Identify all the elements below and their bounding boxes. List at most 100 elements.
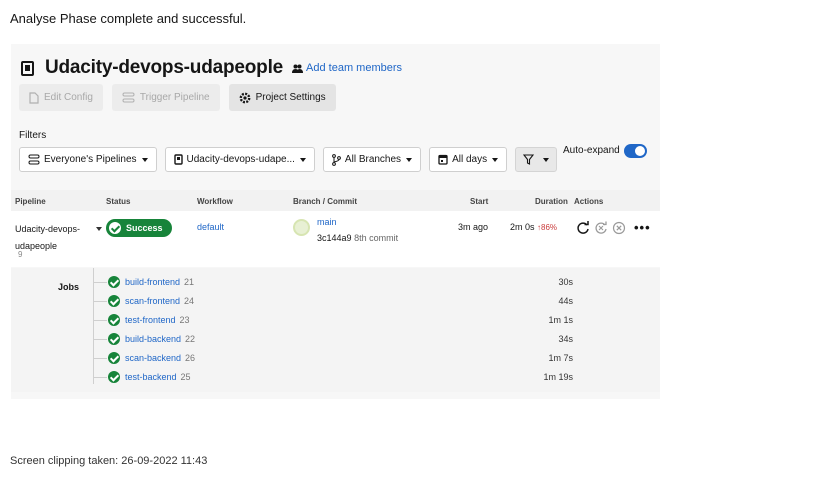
job-name: test-frontend: [125, 315, 176, 325]
tree-branch-line: [93, 358, 107, 359]
auto-expand-label: Auto-expand: [563, 145, 620, 156]
commit-info: 3c144a9 8th commit: [317, 233, 398, 243]
chevron-down-icon: [299, 157, 306, 162]
edit-config-label: Edit Config: [44, 92, 93, 103]
cancel-icon[interactable]: [612, 221, 626, 235]
workflow-link[interactable]: default: [197, 222, 224, 232]
trigger-pipeline-label: Trigger Pipeline: [139, 92, 210, 103]
circleci-panel: Udacity-devops-udapeople Add team member…: [11, 44, 660, 399]
job-duration: 30s: [558, 277, 573, 287]
job-name: build-backend: [125, 334, 182, 344]
pipeline-icon: [28, 154, 40, 165]
chevron-down-icon: [492, 157, 499, 162]
job-link[interactable]: scan-frontend 24: [125, 296, 194, 306]
rerun-failed-icon[interactable]: [594, 221, 608, 235]
col-duration: Duration: [535, 197, 568, 206]
chevron-down-icon: [406, 157, 413, 162]
trigger-pipeline-button[interactable]: Trigger Pipeline: [111, 84, 220, 111]
project-header: Udacity-devops-udapeople Add team member…: [21, 57, 402, 79]
jobs-label: Jobs: [58, 282, 80, 292]
job-link[interactable]: test-frontend 23: [125, 315, 190, 325]
tree-branch-line: [93, 339, 107, 340]
job-duration: 1m 7s: [548, 353, 573, 363]
pipelines-filter[interactable]: Everyone's Pipelines: [19, 147, 157, 172]
bookmark-icon: [173, 154, 183, 165]
rerun-icon[interactable]: [576, 220, 590, 235]
commit-count: 8th commit: [354, 233, 399, 243]
duration-value: 2m 0s: [510, 222, 535, 232]
branches-filter[interactable]: All Branches: [322, 147, 422, 172]
job-link[interactable]: scan-backend 26: [125, 353, 195, 363]
table-row: Udacity-devops- udapeople 9 Success defa…: [11, 211, 660, 267]
col-status: Status: [106, 197, 131, 206]
project-filter-label: Udacity-devops-udape...: [186, 154, 295, 165]
advanced-filter-button[interactable]: [515, 147, 558, 172]
job-number: 23: [179, 315, 190, 325]
days-filter[interactable]: All days: [429, 147, 508, 172]
job-row: scan-frontend 24 44s: [93, 292, 573, 311]
clipping-timestamp: Screen clipping taken: 26-09-2022 11:43: [10, 455, 208, 467]
pipeline-name-line2: udapeople: [15, 241, 58, 251]
col-pipeline: Pipeline: [15, 197, 46, 206]
job-name: test-backend: [125, 372, 177, 382]
col-start: Start: [470, 197, 489, 206]
add-team-label: Add team members: [306, 62, 403, 74]
job-duration: 1m 19s: [543, 372, 573, 382]
more-icon[interactable]: •••: [634, 220, 651, 235]
tree-branch-line: [93, 301, 107, 302]
check-icon: [108, 352, 120, 364]
pipeline-name-line1: Udacity-devops-: [15, 224, 81, 234]
expand-chevron-icon[interactable]: [96, 227, 102, 231]
branch-link[interactable]: main: [317, 217, 337, 227]
job-link[interactable]: build-backend 22: [125, 334, 195, 344]
job-name: scan-backend: [125, 353, 182, 363]
calendar-icon: [438, 154, 448, 165]
job-link[interactable]: build-frontend 21: [125, 277, 194, 287]
status-label: Success: [126, 223, 163, 233]
job-name: scan-frontend: [125, 296, 181, 306]
pipeline-number: 9: [18, 250, 23, 259]
project-settings-button[interactable]: Project Settings: [228, 84, 336, 111]
branch-icon: [332, 153, 341, 166]
job-row: test-frontend 23 1m 1s: [93, 311, 573, 330]
job-row: scan-backend 26 1m 7s: [93, 349, 573, 368]
duration-change: ↑86%: [537, 223, 558, 232]
start-time: 3m ago: [458, 222, 489, 232]
job-row: test-backend 25 1m 19s: [93, 368, 573, 387]
branches-filter-label: All Branches: [344, 154, 402, 165]
duration-change-value: 86%: [541, 223, 558, 232]
project-settings-label: Project Settings: [255, 92, 326, 103]
pipeline-icon: [122, 92, 135, 103]
check-icon: [108, 333, 120, 345]
job-link[interactable]: test-backend 25: [125, 372, 191, 382]
auto-expand-toggle[interactable]: [624, 144, 647, 158]
gear-icon: [239, 92, 250, 103]
row-actions: •••: [576, 220, 651, 235]
pipeline-name[interactable]: Udacity-devops- udapeople: [15, 221, 80, 255]
job-number: 22: [185, 334, 196, 344]
job-name: build-frontend: [125, 277, 181, 287]
edit-config-button[interactable]: Edit Config: [19, 84, 103, 111]
job-row: build-backend 22 34s: [93, 330, 573, 349]
add-team-members-link[interactable]: Add team members: [292, 62, 402, 74]
note-text: Analyse Phase complete and successful.: [10, 11, 247, 26]
duration: 2m 0s ↑86%: [510, 222, 557, 232]
filter-icon: [523, 154, 535, 165]
job-number: 21: [184, 277, 195, 287]
job-duration: 44s: [558, 296, 573, 306]
avatar: [293, 219, 310, 236]
people-icon: [292, 64, 304, 73]
check-icon: [109, 222, 121, 234]
check-icon: [108, 314, 120, 326]
tree-branch-line: [93, 320, 107, 321]
job-number: 25: [180, 372, 191, 382]
project-filter[interactable]: Udacity-devops-udape...: [164, 147, 315, 172]
chevron-down-icon: [141, 157, 148, 162]
commit-hash[interactable]: 3c144a9: [317, 233, 352, 243]
chevron-down-icon: [543, 157, 550, 162]
filters-bar: Everyone's Pipelines Udacity-devops-udap…: [19, 147, 558, 172]
tree-branch-line: [93, 377, 107, 378]
job-duration: 34s: [558, 334, 573, 344]
job-row: build-frontend 21 30s: [93, 273, 573, 292]
status-badge[interactable]: Success: [106, 219, 172, 237]
